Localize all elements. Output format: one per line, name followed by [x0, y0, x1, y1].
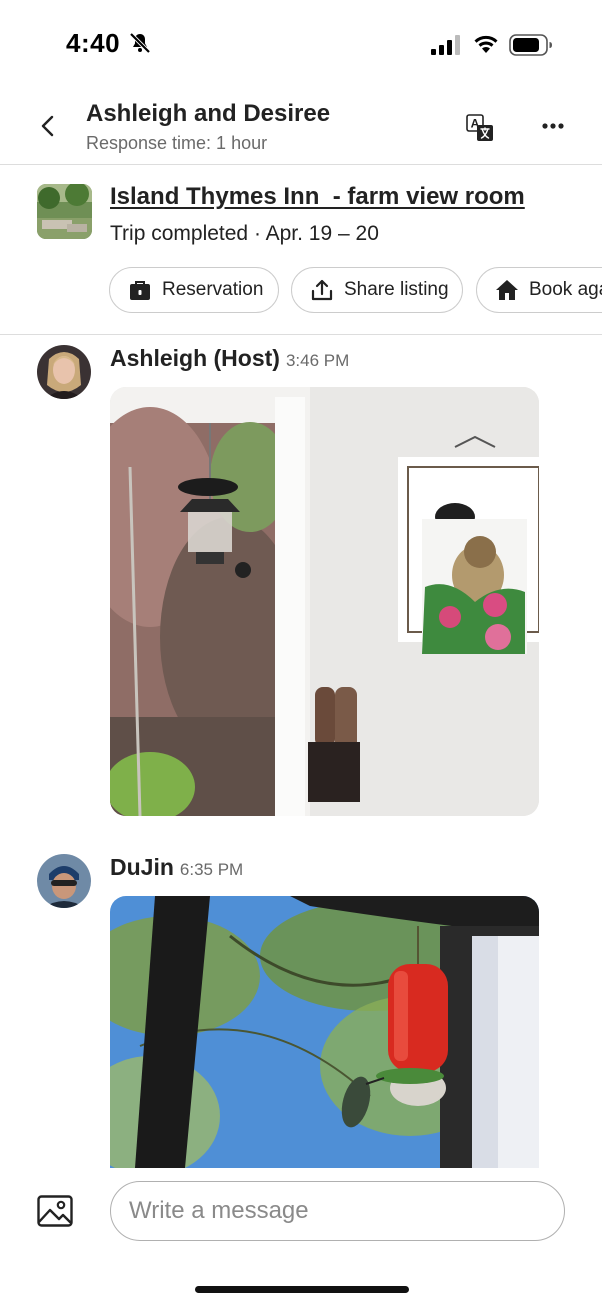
signal-icon [431, 35, 460, 55]
listing-divider [0, 334, 602, 335]
home-icon [496, 280, 518, 300]
message-sender: Ashleigh (Host) 3:46 PM [110, 345, 349, 372]
book-again-button[interactable]: Book again [476, 267, 602, 313]
briefcase-icon [130, 281, 150, 300]
sender-name: DuJin [110, 854, 174, 880]
avatar[interactable] [37, 345, 91, 399]
listing-thumbnail[interactable] [37, 184, 92, 239]
share-listing-button[interactable]: Share listing [291, 267, 463, 313]
reservation-button[interactable]: Reservation [109, 267, 279, 313]
wifi-icon [474, 35, 498, 53]
message-time: 3:46 PM [285, 351, 350, 370]
message-input[interactable] [110, 1181, 565, 1241]
avatar[interactable] [37, 854, 91, 908]
bell-slash-icon [129, 32, 151, 54]
more-icon[interactable] [538, 118, 568, 134]
battery-icon [509, 34, 552, 56]
message-sender: DuJin 6:35 PM [110, 854, 243, 881]
share-icon [311, 279, 333, 301]
thread-title: Ashleigh and Desiree [86, 100, 331, 127]
home-indicator[interactable] [195, 1286, 409, 1293]
response-time: Response time: 1 hour [86, 133, 268, 153]
back-icon[interactable] [34, 112, 62, 140]
message-photo[interactable] [110, 387, 539, 816]
header-divider [0, 164, 602, 165]
share-listing-label: Share listing [344, 279, 449, 300]
translate-icon[interactable]: A [466, 114, 494, 142]
status-time: 4:40 [66, 28, 121, 58]
image-icon[interactable] [37, 1195, 73, 1227]
reservation-label: Reservation [162, 279, 264, 300]
listing-title-link[interactable]: Island Thymes Inn - farm view room [110, 183, 525, 211]
book-again-label: Book again [529, 279, 602, 300]
action-chips: Reservation Share listing Book again [109, 267, 602, 317]
message-photo[interactable] [110, 896, 539, 1168]
sender-name: Ashleigh (Host) [110, 345, 280, 371]
trip-status: Trip completed · Apr. 19 – 20 [110, 222, 379, 245]
message-time: 6:35 PM [179, 860, 244, 879]
